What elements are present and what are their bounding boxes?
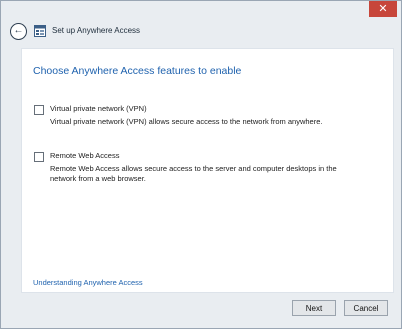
wizard-icon <box>34 25 46 37</box>
remote-web-access-description: Remote Web Access allows secure access t… <box>50 164 337 183</box>
understanding-anywhere-access-link[interactable]: Understanding Anywhere Access <box>33 278 143 287</box>
back-arrow-icon: ← <box>13 25 24 36</box>
close-icon: ✕ <box>378 3 388 15</box>
vpn-checkbox[interactable] <box>34 105 44 115</box>
wizard-window: ✕ ← Set up Anywhere Access Choose Anywhe… <box>0 0 402 329</box>
next-button[interactable]: Next <box>292 300 336 316</box>
remote-web-access-checkbox[interactable] <box>34 152 44 162</box>
vpn-description: Virtual private network (VPN) allows sec… <box>50 117 323 126</box>
back-button[interactable]: ← <box>10 23 27 40</box>
close-button[interactable]: ✕ <box>369 1 397 17</box>
page-heading: Choose Anywhere Access features to enabl… <box>33 65 242 77</box>
content-panel: Choose Anywhere Access features to enabl… <box>21 48 394 293</box>
wizard-title: Set up Anywhere Access <box>52 26 141 35</box>
remote-web-access-label[interactable]: Remote Web Access <box>50 151 119 161</box>
cancel-button[interactable]: Cancel <box>344 300 388 316</box>
title-bar: ✕ <box>1 1 401 21</box>
footer: Next Cancel <box>1 292 401 328</box>
vpn-label[interactable]: Virtual private network (VPN) <box>50 104 147 114</box>
